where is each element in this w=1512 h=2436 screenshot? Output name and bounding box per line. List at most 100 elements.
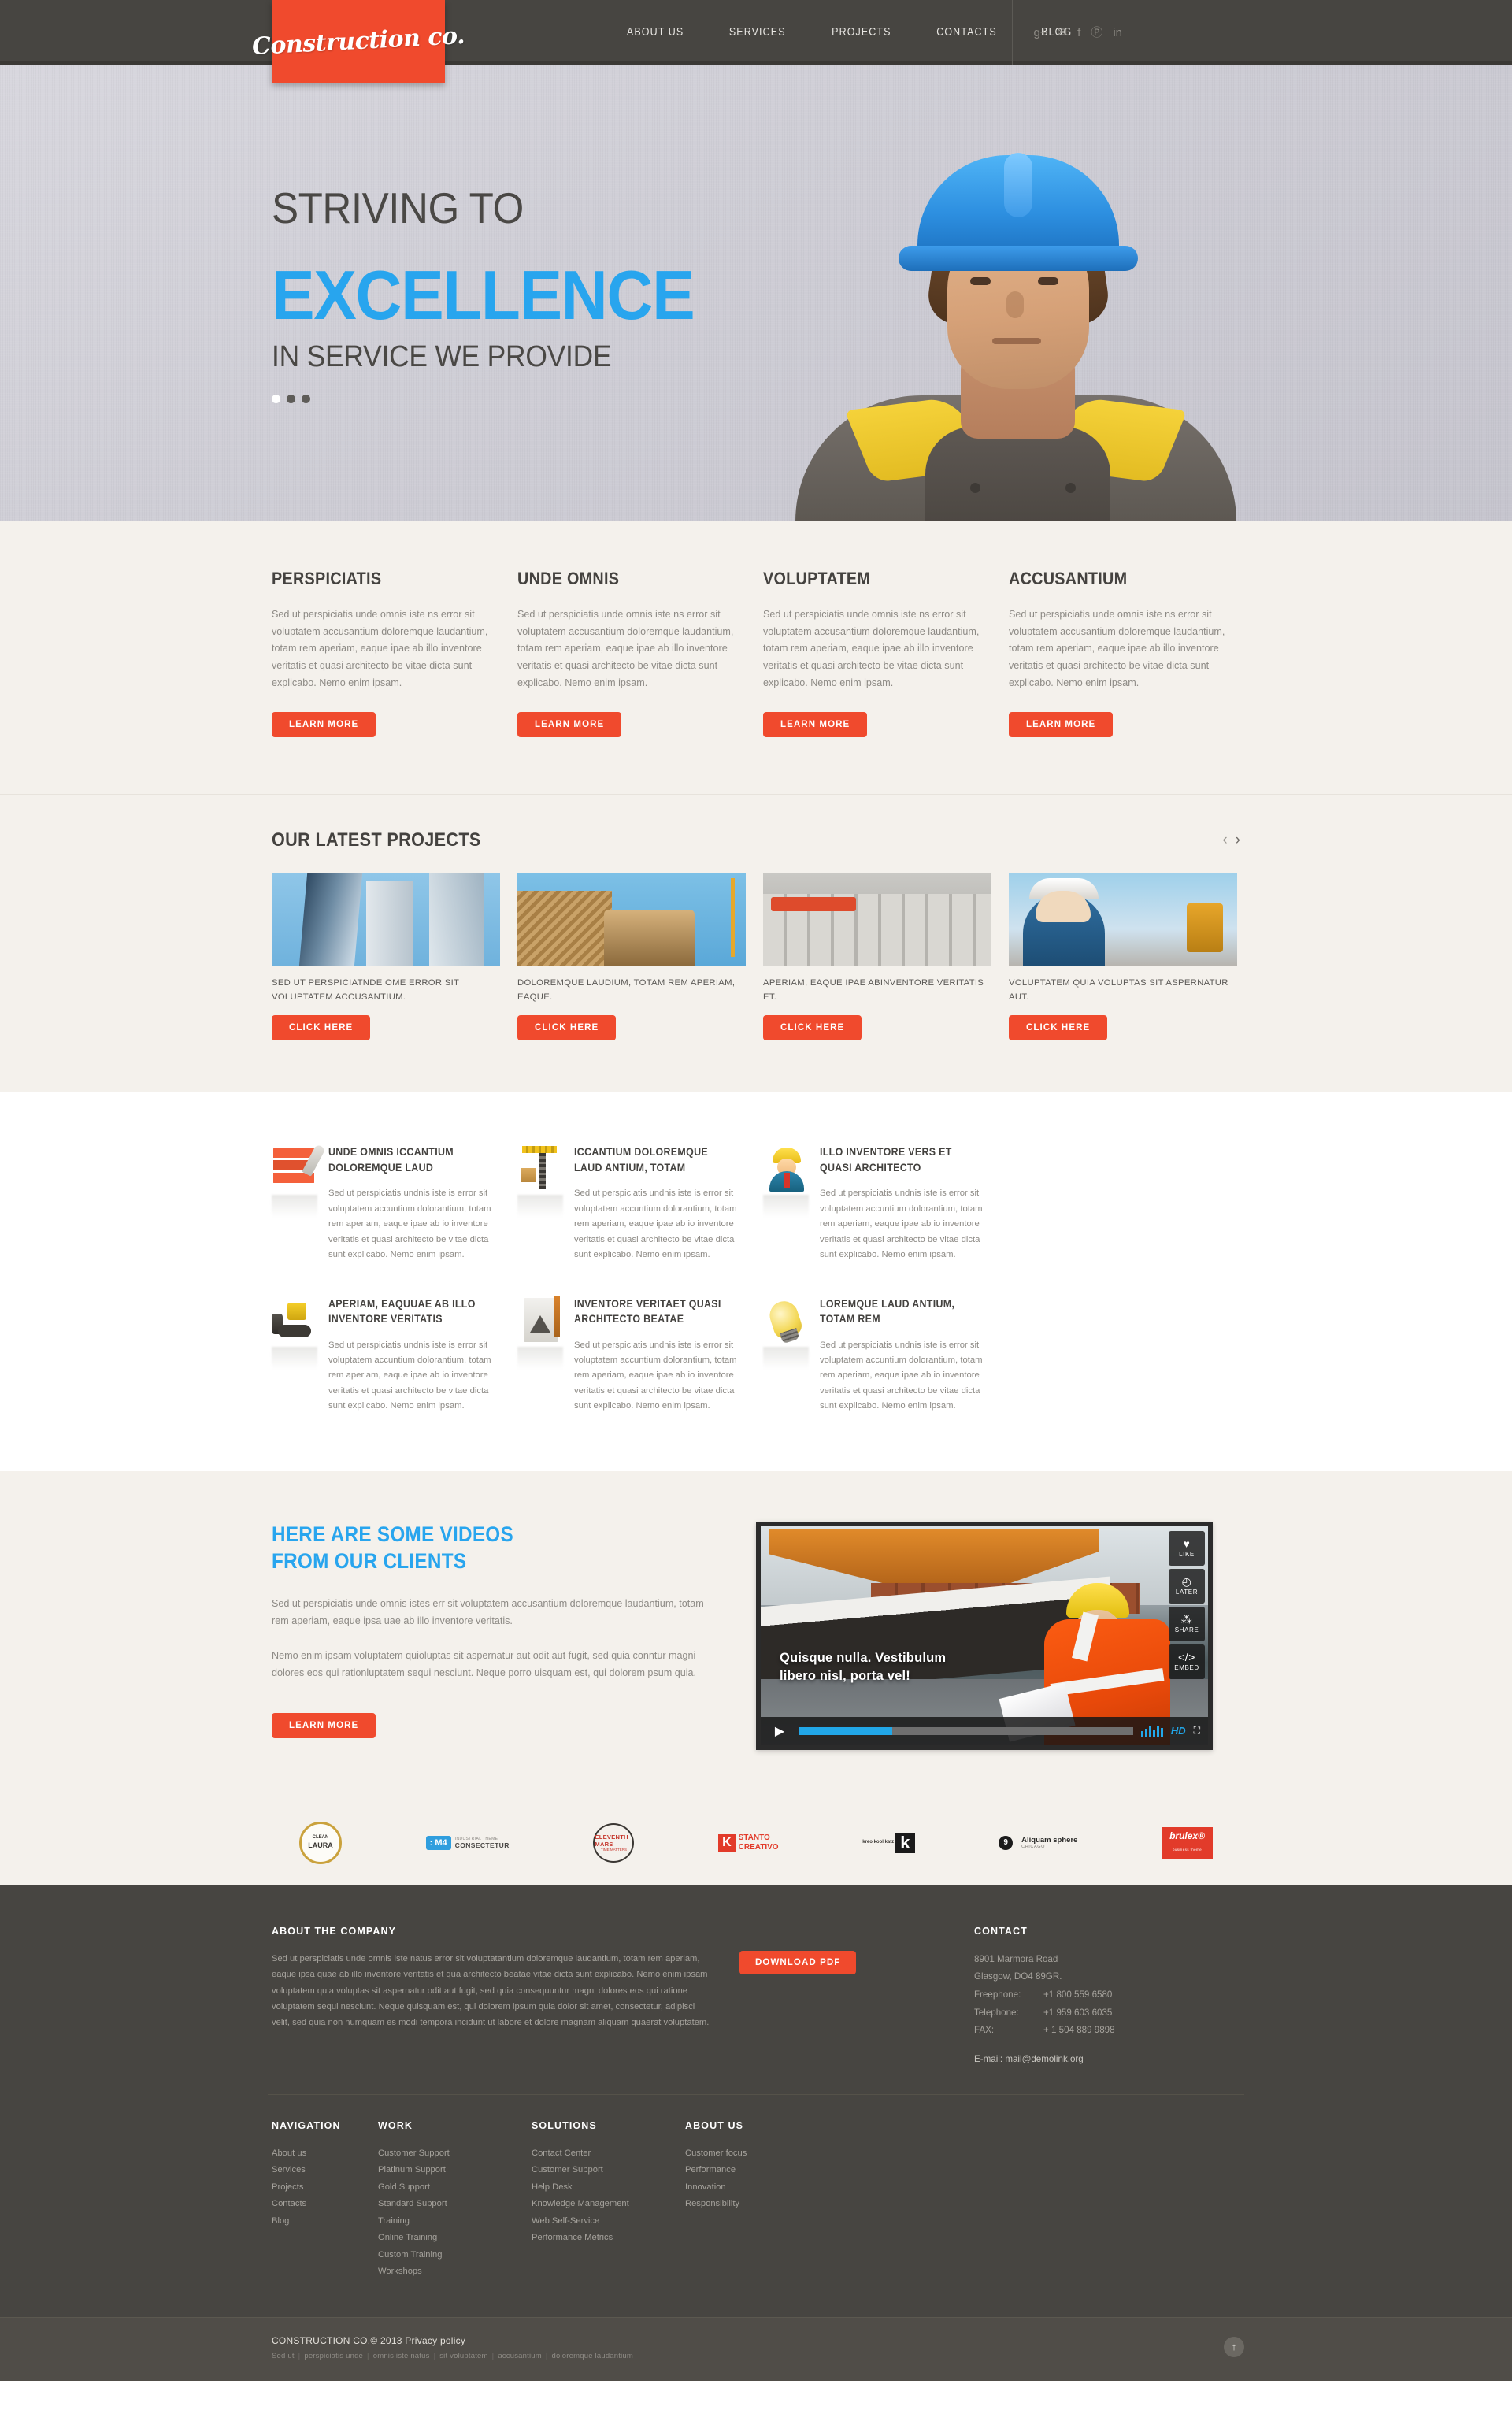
partner-logo-brulex[interactable]: brulex® business theme xyxy=(1162,1825,1213,1861)
hero-dot-2[interactable] xyxy=(287,394,295,403)
footer-link[interactable]: Blog xyxy=(272,2213,378,2230)
footer-link[interactable]: Performance xyxy=(685,2162,791,2179)
footer-link[interactable]: About us xyxy=(272,2145,378,2163)
click-here-button[interactable]: CLICK HERE xyxy=(272,1015,371,1041)
service-card: PERSPICIATIS Sed ut perspiciatis unde om… xyxy=(272,569,500,738)
hero-dot-3[interactable] xyxy=(302,394,310,403)
download-pdf-button[interactable]: DOWNLOAD PDF xyxy=(739,1950,857,1974)
footer-link[interactable]: Online Training xyxy=(378,2230,532,2247)
video-caption-line-2: libero nisl, porta vel! xyxy=(780,1668,910,1683)
footer-tag[interactable]: Sed ut xyxy=(272,2352,295,2360)
footer-link[interactable]: Services xyxy=(272,2162,378,2179)
footer-link[interactable]: Performance Metrics xyxy=(532,2230,685,2247)
learn-more-button[interactable]: LEARN MORE xyxy=(272,1713,376,1739)
partner-logo-kreo-kool-katz[interactable]: kreo kool katz k xyxy=(862,1825,915,1861)
project-thumbnail-glass-skyscraper[interactable] xyxy=(272,873,500,967)
footer-link[interactable]: Projects xyxy=(272,2179,378,2197)
footer-link[interactable]: Customer Support xyxy=(378,2145,532,2163)
video-player[interactable]: Quisque nulla. Vestibulum libero nisl, p… xyxy=(756,1521,1213,1750)
nav-item-services[interactable]: SERVICES xyxy=(729,26,786,39)
partner-kreo-words: kreo kool katz xyxy=(862,1840,895,1845)
footer-telephone: Telephone: +1 959 603 6035 xyxy=(974,2004,1115,2023)
project-thumbnail-concrete-foundation[interactable] xyxy=(763,873,991,967)
scroll-to-top-button[interactable]: ↑ xyxy=(1224,2336,1244,2357)
footer-link[interactable]: Help Desk xyxy=(532,2179,685,2197)
google-plus-icon[interactable]: g+ xyxy=(1033,27,1047,39)
footer-link[interactable]: Contact Center xyxy=(532,2145,685,2163)
video-like-button[interactable]: ♥ LIKE xyxy=(1169,1530,1205,1566)
footer-link[interactable]: Web Self-Service xyxy=(532,2213,685,2230)
video-later-label: LATER xyxy=(1175,1589,1199,1596)
linkedin-icon[interactable]: in xyxy=(1113,27,1122,39)
partner-aliquam-badge: 9 xyxy=(999,1835,1014,1850)
footer-link[interactable]: Training xyxy=(378,2213,532,2230)
partner-logo-stanto-creativo[interactable]: K STANTO CREATIVO xyxy=(718,1825,779,1861)
footer-tag[interactable]: doloremque laudantium xyxy=(552,2352,634,2360)
video-progress-track[interactable] xyxy=(799,1726,1133,1735)
volume-equalizer-icon[interactable] xyxy=(1140,1725,1163,1737)
footer-tag[interactable]: accusantium xyxy=(498,2352,542,2360)
heart-icon: ♥ xyxy=(1183,1537,1191,1551)
learn-more-button[interactable]: LEARN MORE xyxy=(763,712,868,738)
bricks-trowel-icon xyxy=(272,1144,317,1218)
nav-item-projects[interactable]: PROJECTS xyxy=(832,26,891,39)
footer-link[interactable]: Knowledge Management xyxy=(532,2196,685,2213)
project-thumbnail-building-under-construction[interactable] xyxy=(517,873,746,967)
partner-logo-clean-laura[interactable]: CLEAN LAURA xyxy=(299,1821,342,1864)
video-later-button[interactable]: ◴ LATER xyxy=(1169,1568,1205,1604)
footer-link[interactable]: Responsibility xyxy=(685,2196,791,2213)
hero-dot-1[interactable] xyxy=(272,394,280,403)
footer-email-link[interactable]: mail@demolink.org xyxy=(1005,2054,1083,2064)
footer-link[interactable]: Standard Support xyxy=(378,2196,532,2213)
service-title: VOLUPTATEM xyxy=(763,569,871,588)
footer-freephone-label: Freephone: xyxy=(974,1989,1021,2000)
click-here-button[interactable]: CLICK HERE xyxy=(1009,1015,1108,1041)
partner-logo-m4-consectetur[interactable]: : M4 INDUSTRIAL THEME CONSECTETUR xyxy=(425,1825,510,1861)
footer-link[interactable]: Custom Training xyxy=(378,2247,532,2264)
feature-text: Sed ut perspiciatis undnis iste is error… xyxy=(574,1188,737,1260)
video-caption: Quisque nulla. Vestibulum libero nisl, p… xyxy=(780,1649,946,1685)
learn-more-button[interactable]: LEARN MORE xyxy=(1009,712,1114,738)
footer-link[interactable]: Innovation xyxy=(685,2179,791,2197)
video-embed-button[interactable]: </> EMBED xyxy=(1169,1644,1205,1679)
hd-quality-badge[interactable]: HD xyxy=(1171,1725,1186,1737)
footer-tag[interactable]: omnis iste natus xyxy=(373,2352,430,2360)
play-icon[interactable]: ▶ xyxy=(769,1723,791,1739)
footer-tag[interactable]: sit voluptatem xyxy=(439,2352,487,2360)
project-thumbnail-surveyor[interactable] xyxy=(1009,873,1237,967)
learn-more-button[interactable]: LEARN MORE xyxy=(517,712,622,738)
nav-item-about-us[interactable]: ABOUT US xyxy=(627,26,684,39)
footer-column-about-us: ABOUT US Customer focus Performance Inno… xyxy=(685,2120,791,2281)
hero-worker-image xyxy=(756,96,1276,521)
nav-item-contacts[interactable]: CONTACTS xyxy=(937,26,998,39)
partner-logo-aliquam-sphere[interactable]: 9 Aliquam sphere CHICAGO xyxy=(999,1825,1077,1861)
carousel-next-icon[interactable]: › xyxy=(1236,832,1240,849)
videos-paragraph-2: Nemo enim ipsam voluptatem quioluptas si… xyxy=(272,1650,697,1679)
partner-mars-sub: TIME MATTERS xyxy=(600,1848,627,1852)
video-share-button[interactable]: ⁂ SHARE xyxy=(1169,1606,1205,1641)
footer-tag[interactable]: perspiciatis unde xyxy=(304,2352,363,2360)
footer-link[interactable]: Customer focus xyxy=(685,2145,791,2163)
footer-link[interactable]: Customer Support xyxy=(532,2162,685,2179)
site-logo[interactable]: Construction co. xyxy=(251,0,465,83)
service-card: ACCUSANTIUM Sed ut perspiciatis unde omn… xyxy=(1009,569,1237,738)
footer-link[interactable]: Workshops xyxy=(378,2264,532,2281)
facebook-icon[interactable]: f xyxy=(1077,27,1080,39)
pinterest-icon[interactable]: Ⓟ xyxy=(1091,27,1102,39)
footer-column-title: ABOUT US xyxy=(685,2119,744,2131)
footer-column-navigation: NAVIGATION About us Services Projects Co… xyxy=(272,2120,378,2281)
click-here-button[interactable]: CLICK HERE xyxy=(763,1015,862,1041)
feature-title: ILLO INVENTORE VERS ET QUASI ARCHITECTO xyxy=(820,1146,952,1174)
fullscreen-icon[interactable]: ⛶ xyxy=(1194,1725,1200,1737)
carousel-prev-icon[interactable]: ‹ xyxy=(1222,832,1227,849)
projects-carousel-controls: ‹ › xyxy=(1222,832,1240,849)
click-here-button[interactable]: CLICK HERE xyxy=(517,1015,617,1041)
partner-logo-eleventh-mars[interactable]: ELEVENTH MARS TIME MATTERS xyxy=(593,1822,635,1863)
footer-link[interactable]: Contacts xyxy=(272,2196,378,2213)
video-side-actions: ♥ LIKE ◴ LATER ⁂ SHARE </> EMBED xyxy=(1169,1530,1205,1679)
twitter-icon[interactable]: ✉ xyxy=(1058,27,1068,39)
learn-more-button[interactable]: LEARN MORE xyxy=(272,712,376,738)
footer-link[interactable]: Platinum Support xyxy=(378,2162,532,2179)
footer-link[interactable]: Gold Support xyxy=(378,2179,532,2197)
code-icon: </> xyxy=(1177,1651,1196,1664)
